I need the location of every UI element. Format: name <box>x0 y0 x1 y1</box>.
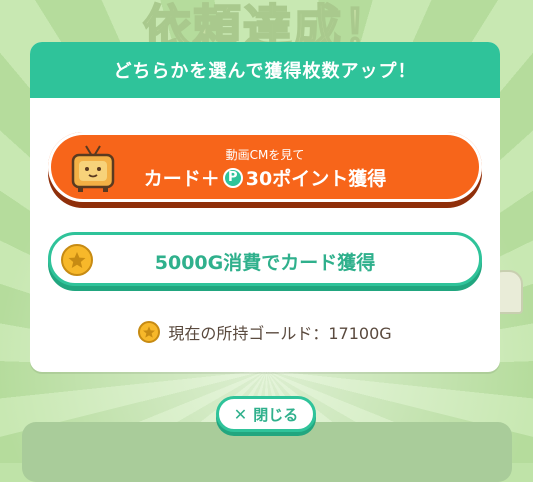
cm-main-text: カード＋ P 30ポイント獲得 <box>48 164 482 191</box>
small-coin-icon <box>138 321 161 343</box>
choice-dialog: どちらかを選んで獲得枚数アップ！ 動画CMを見て カード＋ P 30ポイント獲得… <box>30 42 500 372</box>
spend-gold-label: 5000G消費でカード獲得 <box>154 252 376 274</box>
cm-text-card: カード＋ <box>143 168 220 190</box>
gold-status: 現在の所持ゴールド：17100G <box>30 320 500 344</box>
background-title: 依頼達成！ <box>142 0 393 57</box>
close-icon: ✕ <box>233 404 248 424</box>
cm-subtext: 動画CMを見て <box>225 148 305 162</box>
spend-gold-button[interactable]: 5000G消費でカード獲得 <box>48 232 482 286</box>
point-badge-icon: P <box>222 167 243 188</box>
cm-text-points: 30ポイント獲得 <box>245 168 387 190</box>
watch-cm-button[interactable]: 動画CMを見て カード＋ P 30ポイント獲得 <box>48 132 482 202</box>
close-button[interactable]: ✕ 閉じる <box>216 396 316 432</box>
close-label: 閉じる <box>253 405 299 424</box>
gold-status-text: 現在の所持ゴールド：17100G <box>168 324 392 343</box>
dialog-header: どちらかを選んで獲得枚数アップ！ <box>30 42 500 98</box>
